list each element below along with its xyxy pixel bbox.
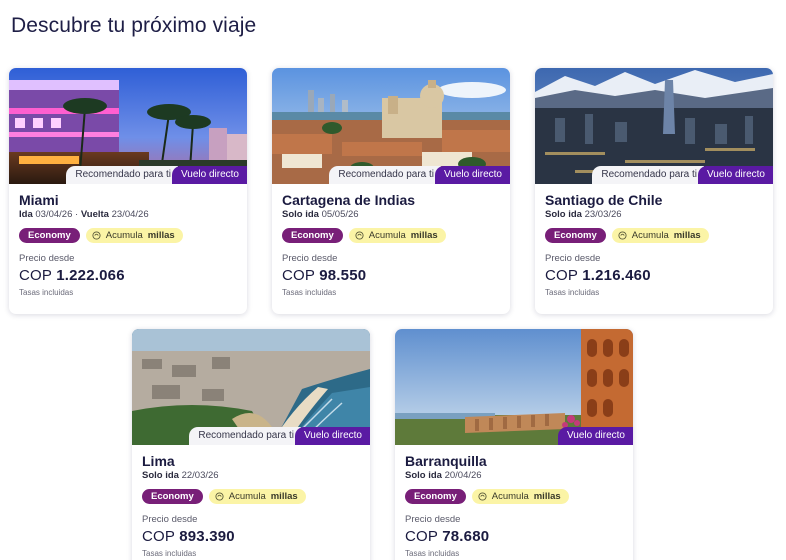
direct-flight-tag: Vuelo directo bbox=[558, 427, 633, 445]
direct-flight-tag: Vuelo directo bbox=[172, 166, 247, 184]
taxes-note: Tasas incluidas bbox=[19, 288, 74, 297]
price: COP 893.390 bbox=[142, 528, 235, 545]
taxes-note: Tasas incluidas bbox=[282, 288, 337, 297]
price-label: Precio desde bbox=[282, 253, 338, 264]
accumulate-miles-badge: Acumula millas bbox=[611, 228, 709, 243]
miles-icon bbox=[215, 492, 224, 501]
destination-card-santiago[interactable]: Recomendado para ti Vuelo directo Santia… bbox=[535, 68, 773, 314]
economy-badge: Economy bbox=[19, 228, 80, 243]
price-label: Precio desde bbox=[545, 253, 601, 264]
miles-icon bbox=[92, 231, 101, 240]
card-tags: Recomendado para ti Vuelo directo bbox=[329, 166, 510, 184]
trip-dates: Ida 03/04/26 · Vuelta 23/04/26 bbox=[19, 209, 149, 220]
city-name: Barranquilla bbox=[405, 453, 487, 469]
city-name: Lima bbox=[142, 453, 175, 469]
destination-card-barranquilla[interactable]: Vuelo directo Barranquilla Solo ida 20/0… bbox=[395, 329, 633, 560]
accumulate-miles-badge: Acumula millas bbox=[471, 489, 569, 504]
city-name: Miami bbox=[19, 192, 59, 208]
price-label: Precio desde bbox=[405, 514, 461, 525]
trip-dates: Solo ida 05/05/26 bbox=[282, 209, 359, 220]
economy-badge: Economy bbox=[405, 489, 466, 504]
recommended-tag: Recomendado para ti bbox=[329, 166, 441, 184]
accumulate-miles-badge: Acumula millas bbox=[85, 228, 183, 243]
city-name: Cartagena de Indias bbox=[282, 192, 416, 208]
price: COP 1.216.460 bbox=[545, 267, 651, 284]
city-name: Santiago de Chile bbox=[545, 192, 663, 208]
card-tags: Recomendado para ti Vuelo directo bbox=[189, 427, 370, 445]
card-tags: Recomendado para ti Vuelo directo bbox=[66, 166, 247, 184]
direct-flight-tag: Vuelo directo bbox=[295, 427, 370, 445]
price: COP 78.680 bbox=[405, 528, 490, 545]
trip-dates: Solo ida 23/03/26 bbox=[545, 209, 622, 220]
price: COP 1.222.066 bbox=[19, 267, 125, 284]
miles-icon bbox=[618, 231, 627, 240]
miles-icon bbox=[478, 492, 487, 501]
price: COP 98.550 bbox=[282, 267, 367, 284]
recommended-tag: Recomendado para ti bbox=[66, 166, 178, 184]
destination-card-lima[interactable]: Recomendado para ti Vuelo directo Lima S… bbox=[132, 329, 370, 560]
economy-badge: Economy bbox=[142, 489, 203, 504]
page-title: Descubre tu próximo viaje bbox=[11, 14, 257, 37]
economy-badge: Economy bbox=[282, 228, 343, 243]
recommended-tag: Recomendado para ti bbox=[189, 427, 301, 445]
card-tags: Recomendado para ti Vuelo directo bbox=[592, 166, 773, 184]
direct-flight-tag: Vuelo directo bbox=[698, 166, 773, 184]
trip-dates: Solo ida 20/04/26 bbox=[405, 470, 482, 481]
taxes-note: Tasas incluidas bbox=[545, 288, 600, 297]
accumulate-miles-badge: Acumula millas bbox=[208, 489, 306, 504]
destination-card-cartagena[interactable]: Recomendado para ti Vuelo directo Cartag… bbox=[272, 68, 510, 314]
economy-badge: Economy bbox=[545, 228, 606, 243]
taxes-note: Tasas incluidas bbox=[142, 549, 197, 558]
destination-card-miami[interactable]: Recomendado para ti Vuelo directo Miami … bbox=[9, 68, 247, 314]
direct-flight-tag: Vuelo directo bbox=[435, 166, 510, 184]
price-label: Precio desde bbox=[142, 514, 198, 525]
accumulate-miles-badge: Acumula millas bbox=[348, 228, 446, 243]
card-tags: Vuelo directo bbox=[558, 427, 633, 445]
taxes-note: Tasas incluidas bbox=[405, 549, 460, 558]
recommended-tag: Recomendado para ti bbox=[592, 166, 704, 184]
price-label: Precio desde bbox=[19, 253, 75, 264]
miles-icon bbox=[355, 231, 364, 240]
trip-dates: Solo ida 22/03/26 bbox=[142, 470, 219, 481]
